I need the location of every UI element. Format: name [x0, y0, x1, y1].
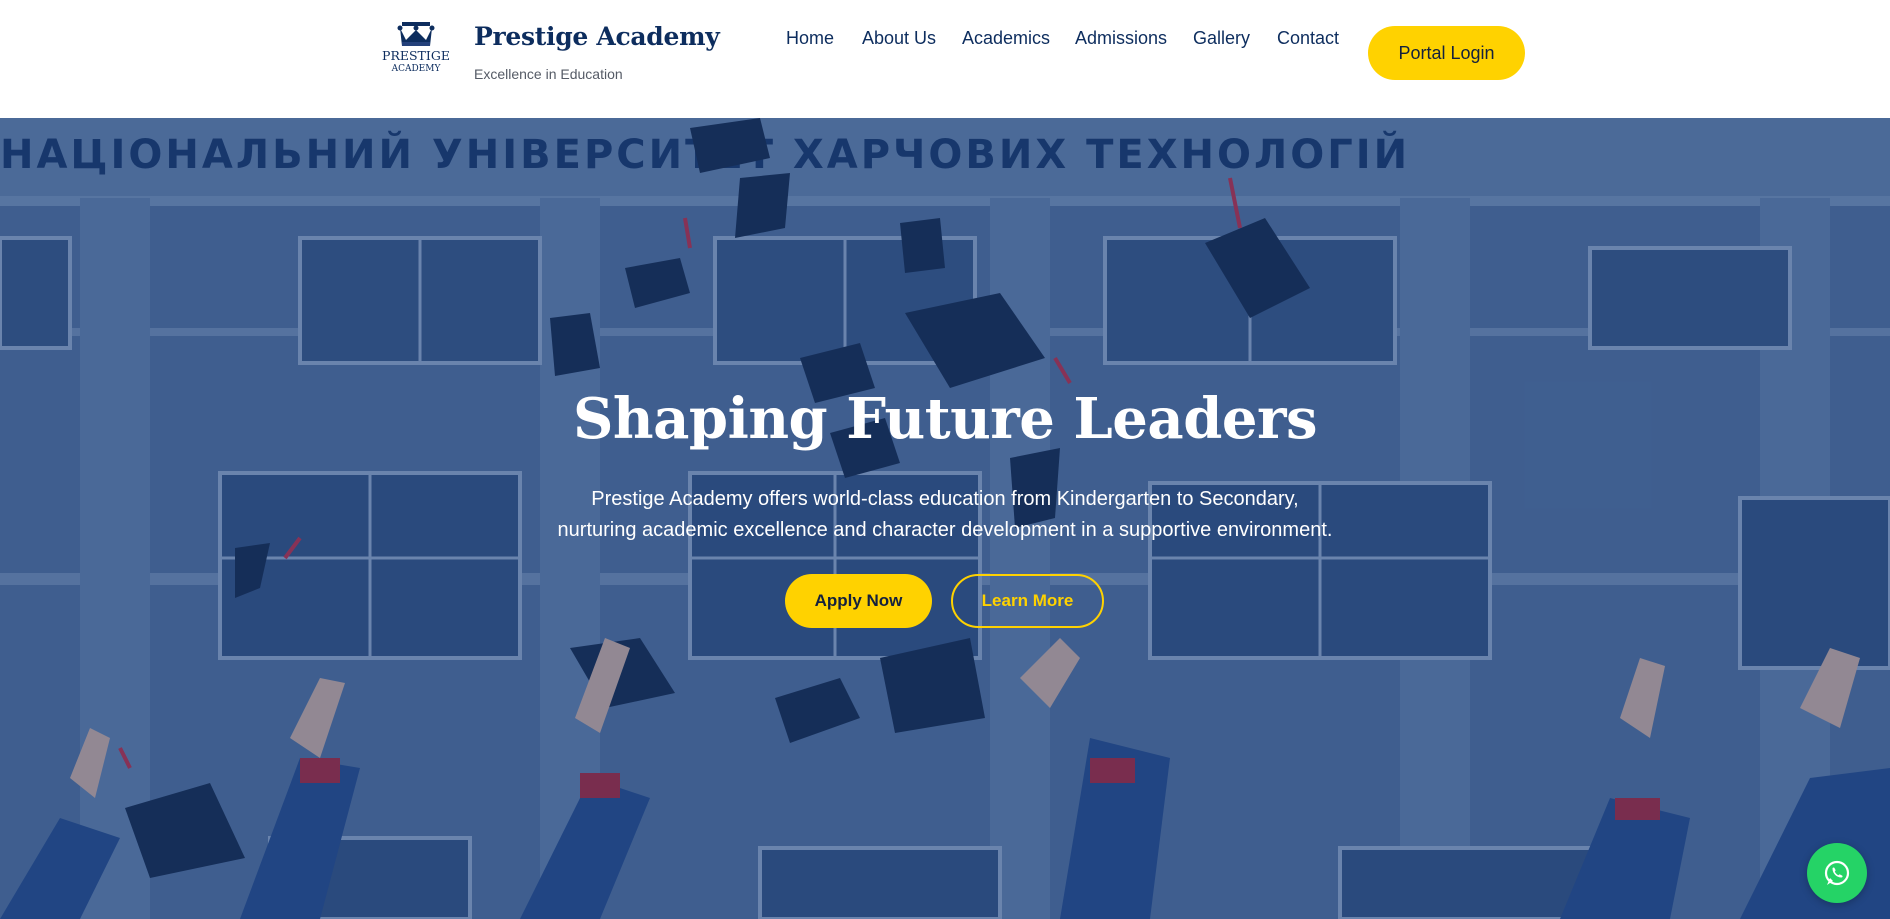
nav-contact[interactable]: Contact — [1277, 28, 1339, 49]
nav-admissions[interactable]: Admissions — [1075, 28, 1167, 49]
nav-academics[interactable]: Academics — [962, 28, 1050, 49]
logo[interactable]: PRESTIGE ACADEMY — [376, 20, 456, 76]
brand-tagline: Excellence in Education — [474, 66, 623, 82]
whatsapp-chat-button[interactable] — [1807, 843, 1867, 903]
hero-title: Shaping Future Leaders — [572, 386, 1318, 452]
site-header: PRESTIGE ACADEMY Prestige Academy Excell… — [0, 0, 1890, 118]
hero-section: НАЦІОНАЛЬНИЙ УНІВЕРСИТЕТ ХАРЧОВИХ ТЕХНОЛ… — [0, 118, 1890, 919]
hero-subtitle-line2: nurturing academic excellence and charac… — [557, 519, 1333, 541]
crown-icon: PRESTIGE ACADEMY — [382, 22, 450, 74]
hero-subtitle: Prestige Academy offers world-class educ… — [445, 484, 1445, 546]
brand-name[interactable]: Prestige Academy — [474, 22, 720, 51]
learn-more-button[interactable]: Learn More — [951, 574, 1104, 628]
logo-text-bottom: ACADEMY — [391, 64, 442, 74]
portal-login-button[interactable]: Portal Login — [1368, 26, 1525, 80]
nav-about-us[interactable]: About Us — [862, 28, 936, 49]
nav-home[interactable]: Home — [786, 28, 834, 49]
nav-gallery[interactable]: Gallery — [1193, 28, 1250, 49]
hero-subtitle-line1: Prestige Academy offers world-class educ… — [591, 488, 1299, 510]
logo-text-top: PRESTIGE — [382, 48, 450, 63]
whatsapp-icon — [1824, 860, 1850, 886]
apply-now-button[interactable]: Apply Now — [785, 574, 932, 628]
